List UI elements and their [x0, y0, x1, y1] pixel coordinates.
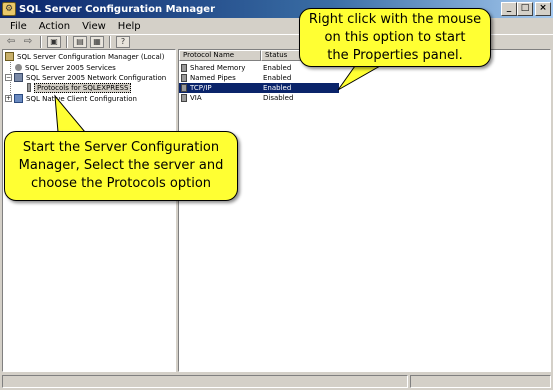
tree-node-label: SQL Server 2005 Network Configuration	[26, 73, 167, 82]
tree-node-root[interactable]: SQL Server Configuration Manager (Local)	[5, 51, 164, 62]
client-icon	[14, 94, 23, 103]
protocol-name: VIA	[190, 94, 202, 102]
callout-text: Right click with the mouse on this optio…	[308, 11, 482, 63]
toolbar-separator	[40, 35, 42, 48]
minimize-button[interactable]: _	[501, 2, 517, 16]
protocol-icon	[27, 83, 31, 92]
protocol-icon	[181, 64, 187, 72]
up-folder-icon[interactable]: ▣	[47, 35, 61, 48]
protocol-status: Enabled	[263, 84, 292, 92]
tree-node-label: SQL Server Configuration Manager (Local)	[17, 52, 165, 61]
protocol-name: TCP/IP	[190, 84, 212, 92]
toolbar-separator	[109, 35, 111, 48]
status-bar	[2, 375, 551, 388]
tree-node-client[interactable]: + SQL Native Client Configuration	[5, 93, 137, 104]
server-icon	[5, 52, 14, 61]
protocol-name: Shared Memory	[190, 64, 246, 72]
forward-arrow-icon[interactable]: ⇨	[21, 36, 35, 48]
protocol-status: Enabled	[263, 74, 292, 82]
export-list-icon[interactable]: ▦	[90, 35, 104, 48]
services-icon	[15, 64, 22, 71]
tree-node-protocols[interactable]: Protocols for SQLEXPRESS	[27, 82, 132, 93]
tree-node-label: SQL Native Client Configuration	[26, 94, 137, 103]
window-controls: _ □ ×	[501, 2, 551, 16]
protocol-icon	[181, 74, 187, 82]
app-window: ⚙ SQL Server Configuration Manager _ □ ×…	[0, 0, 553, 390]
close-button[interactable]: ×	[535, 2, 551, 16]
app-icon: ⚙	[2, 2, 16, 16]
help-icon[interactable]: ?	[116, 35, 130, 48]
collapse-icon[interactable]: −	[5, 74, 12, 81]
callout-text: Start the Server Configuration Manager, …	[18, 140, 224, 191]
maximize-button[interactable]: □	[517, 2, 533, 16]
status-cell-main	[2, 375, 408, 388]
menu-file[interactable]: File	[4, 21, 33, 32]
list-pane[interactable]: Protocol Name Status Shared Memory Enabl…	[178, 49, 551, 372]
list-row-via[interactable]: VIA Disabled	[179, 93, 339, 103]
list-row-named-pipes[interactable]: Named Pipes Enabled	[179, 73, 339, 83]
protocol-icon	[181, 84, 187, 92]
menu-view[interactable]: View	[76, 21, 112, 32]
menu-help[interactable]: Help	[112, 21, 147, 32]
menu-action[interactable]: Action	[33, 21, 76, 32]
network-icon	[14, 73, 23, 82]
tree-node-label: Protocols for SQLEXPRESS	[34, 82, 132, 93]
tree-pane[interactable]: SQL Server Configuration Manager (Local)…	[2, 49, 176, 372]
properties-icon[interactable]: ▤	[73, 35, 87, 48]
status-cell-secondary	[410, 375, 551, 388]
window-title: SQL Server Configuration Manager	[19, 3, 216, 15]
protocol-icon	[181, 94, 187, 102]
instruction-callout-left: Start the Server Configuration Manager, …	[4, 131, 238, 201]
column-header-protocol[interactable]: Protocol Name	[179, 50, 261, 61]
protocol-name: Named Pipes	[190, 74, 236, 82]
protocol-status: Disabled	[263, 94, 294, 102]
tree-node-label: SQL Server 2005 Services	[25, 63, 116, 72]
instruction-callout-right: Right click with the mouse on this optio…	[299, 8, 491, 67]
expand-icon[interactable]: +	[5, 95, 12, 102]
back-arrow-icon[interactable]: ⇦	[4, 36, 18, 48]
list-row-tcp-ip[interactable]: TCP/IP Enabled	[179, 83, 339, 93]
toolbar-separator	[66, 35, 68, 48]
